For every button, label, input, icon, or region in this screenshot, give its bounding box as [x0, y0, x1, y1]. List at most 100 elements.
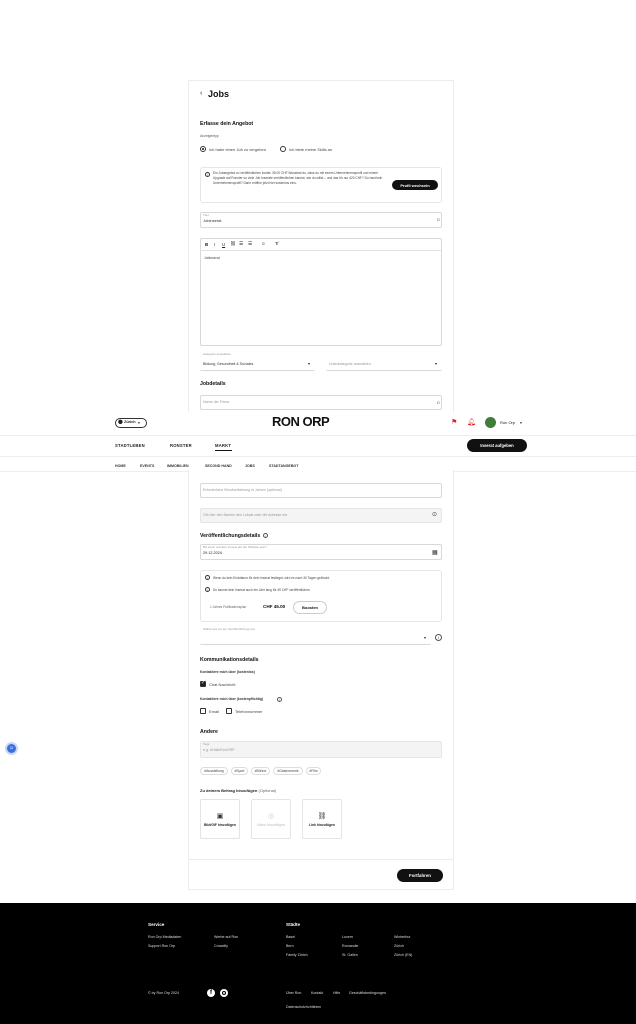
footer-link[interactable]: Ron Orp Mediadaten	[148, 935, 181, 939]
footer-legal-link[interactable]: Kontakt	[311, 991, 323, 995]
attach-optional: (Optional)	[258, 788, 277, 793]
form-divider	[188, 859, 454, 860]
subnav-second-hand[interactable]: SECOND HAND	[205, 464, 232, 468]
bullet-list-icon[interactable]: ☰	[239, 241, 243, 247]
other-title: Andere	[200, 729, 218, 735]
page-title: Jobs	[208, 89, 230, 99]
phone-label: Telefonnummer	[235, 709, 263, 714]
footer-city[interactable]: Basel	[286, 935, 295, 939]
subnav-events[interactable]: EVENTS	[140, 464, 154, 468]
add-link-tile[interactable]: ⛓ Link hinzufügen	[302, 799, 342, 839]
publish-date-value: 29.12.2024	[203, 551, 223, 555]
subnav-stadtangebot[interactable]: STADTANGEBOT	[269, 464, 298, 468]
subnav-home[interactable]: HOME	[115, 464, 126, 468]
footer-city[interactable]: Luzern	[342, 935, 353, 939]
info-icon[interactable]: i	[277, 697, 282, 702]
section-title: Erfasse dein Angebot	[200, 121, 254, 127]
map-location-icon[interactable]: ⊙	[432, 511, 437, 518]
footer-link[interactable]: Crowdify	[214, 944, 228, 948]
info-icon[interactable]: i	[263, 533, 268, 538]
footer-legal-link[interactable]: Datenschutzrichtlinien	[286, 1005, 321, 1009]
footer-city[interactable]: Winterthur	[394, 935, 411, 939]
footer-legal-link[interactable]: Über Ron	[286, 991, 301, 995]
communication-title: Kommunikationsdetails	[200, 657, 259, 663]
tag-buehne[interactable]: #Bühne	[251, 767, 270, 775]
attach-title-text: Zu deinem Beitrag hinzufügen	[200, 788, 258, 793]
title-field-label: Titel	[203, 213, 209, 217]
avatar[interactable]	[485, 417, 496, 428]
radio-offer-skills[interactable]	[280, 146, 286, 152]
continue-button[interactable]: Fortfahren	[397, 869, 443, 882]
bell-icon[interactable]: 🔔︎	[467, 418, 476, 426]
add-link-label: Link hinzufügen	[309, 822, 335, 827]
user-name[interactable]: Ron Orp	[500, 420, 515, 425]
publish-info-text-1: Wenn du kein Enddatum für dein Inserat f…	[213, 576, 331, 580]
nav-markt[interactable]: MARKT	[215, 443, 231, 448]
bold-button[interactable]: B	[205, 242, 208, 247]
location-placeholder: Gib hier den Namen des Lokals oder die A…	[203, 513, 289, 517]
tag-gastronomie[interactable]: #Gastronomie	[273, 767, 303, 775]
title-field[interactable]	[200, 212, 442, 228]
chat-checkbox[interactable]	[200, 680, 206, 687]
underline-button[interactable]: U	[222, 242, 225, 247]
email-label: Email	[209, 709, 220, 714]
italic-button[interactable]: I	[214, 242, 215, 247]
tag-sport[interactable]: #Sport	[231, 767, 248, 775]
publish-date-label: Bis wann soll dein Inserat auf der Websi…	[203, 545, 267, 549]
image-icon: ▣	[216, 812, 224, 820]
footer-city[interactable]: St. Gallen	[342, 953, 358, 957]
subnav-jobs[interactable]: JOBS	[245, 464, 255, 468]
add-video-tile: ◎ Video hinzufügen	[251, 799, 291, 839]
info-icon[interactable]: i	[435, 634, 442, 641]
switch-profile-button[interactable]: Profil wechseln	[392, 180, 438, 190]
contact-free-label: Kontaktiere mich über (kostenlos)	[200, 670, 255, 674]
tags-field[interactable]	[200, 741, 442, 758]
visibility-select[interactable]	[200, 631, 431, 645]
footer-city[interactable]: Bern	[286, 944, 294, 948]
footer-link[interactable]: Support Ron Orp	[148, 944, 175, 948]
tag-film[interactable]: #Film	[306, 767, 321, 775]
editor-content: Jobinserat	[204, 256, 220, 260]
facebook-icon[interactable]: f	[207, 989, 215, 997]
footer-legal-link[interactable]: Geschäftsbedingungen	[349, 991, 386, 995]
publish-info-text-2: Du kannst dein Inserat auch ein Jahr lan…	[213, 588, 311, 592]
tag-ausstellung[interactable]: #Ausstellung	[200, 767, 228, 775]
footer-city[interactable]: Family Zürich	[286, 953, 308, 957]
info-icon: i	[205, 172, 210, 177]
boost-button[interactable]: Boosten	[293, 601, 327, 614]
emoji-icon[interactable]: ☺	[261, 241, 266, 246]
add-image-label: Bild/GIF hinzufügen	[203, 822, 237, 827]
radio-offer-job[interactable]	[200, 146, 206, 152]
jobdetails-title: Jobdetails	[200, 381, 226, 387]
field-counter-icon: D	[437, 400, 440, 405]
company-field[interactable]	[200, 395, 442, 410]
back-icon[interactable]: ‹	[200, 90, 202, 97]
ordered-list-icon[interactable]: ☰	[248, 241, 252, 247]
footer-legal-link[interactable]: Hilfe	[333, 991, 340, 995]
site-logo[interactable]: RON ORP	[272, 414, 330, 429]
phone-checkbox[interactable]	[226, 708, 232, 714]
calendar-icon[interactable]: ▦	[432, 549, 438, 556]
post-ad-button[interactable]: Inserat aufgeben	[467, 439, 527, 452]
nav-ronster[interactable]: RONSTER	[170, 443, 192, 448]
title-field-value: Jobinserat	[203, 218, 222, 223]
add-image-tile[interactable]: ▣ Bild/GIF hinzufügen	[200, 799, 240, 839]
chevron-down-icon: ▾	[435, 361, 438, 366]
footer-city[interactable]: Romandie	[342, 944, 358, 948]
accessibility-icon: ☺	[9, 745, 15, 751]
city-label: Zürich	[124, 420, 136, 424]
clear-format-icon[interactable]: T̸	[275, 241, 278, 246]
footer-link[interactable]: Werbe auf Ron	[214, 935, 238, 939]
nav-stadtleben[interactable]: STADTLEBEN	[115, 443, 145, 448]
email-checkbox[interactable]	[200, 708, 206, 714]
flag-icon[interactable]: ⚑	[451, 418, 457, 426]
ad-type-label: Anzeigentyp	[200, 134, 219, 138]
subnav-immobilien[interactable]: IMMOBILIEN	[167, 464, 189, 468]
category-value: Bildung, Gesundheit & Soziales	[203, 362, 254, 366]
link-icon[interactable]: ⛓	[230, 241, 236, 247]
footer-city[interactable]: Zürich	[394, 944, 404, 948]
description-editor[interactable]	[200, 238, 442, 346]
header-divider	[0, 435, 636, 436]
company-placeholder: Name der Firma	[203, 400, 229, 404]
footer-city[interactable]: Zürich (EN)	[394, 953, 412, 957]
